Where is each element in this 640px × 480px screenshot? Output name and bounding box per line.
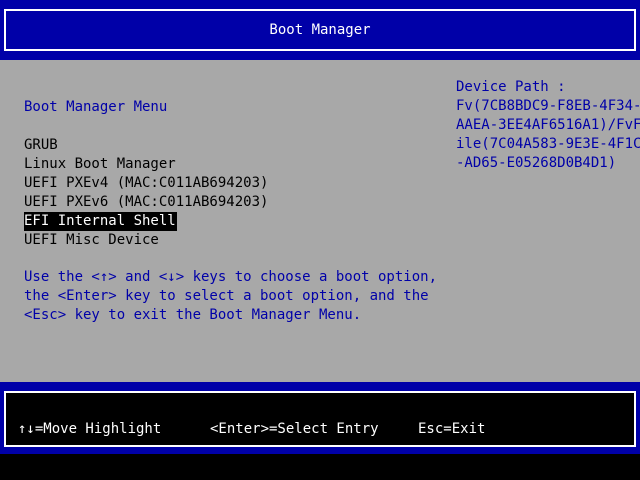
boot-option-label: EFI Internal Shell — [24, 212, 177, 231]
boot-option-efi-internal-shell[interactable]: EFI Internal Shell — [24, 212, 269, 231]
boot-option-label: UEFI PXEv4 (MAC:C011AB694203) — [24, 175, 269, 191]
boot-option-label: UEFI Misc Device — [24, 232, 159, 248]
device-path-value: ile(7C04A583-9E3E-4F1C — [456, 136, 640, 152]
boot-option-linux-boot-manager[interactable]: Linux Boot Manager — [24, 155, 269, 174]
device-path-value: Fv(7CB8BDC9-F8EB-4F34- — [456, 98, 640, 114]
boot-option-label: UEFI PXEv6 (MAC:C011AB694203) — [24, 194, 269, 210]
boot-option-label: Linux Boot Manager — [24, 156, 176, 172]
device-path-panel: Device Path : Fv(7CB8BDC9-F8EB-4F34- AAE… — [456, 78, 640, 173]
boot-option-uefi-pxev4[interactable]: UEFI PXEv4 (MAC:C011AB694203) — [24, 174, 269, 193]
select-entry-hint: <Enter>=Select Entry — [210, 421, 379, 437]
boot-option-uefi-pxev6[interactable]: UEFI PXEv6 (MAC:C011AB694203) — [24, 193, 269, 212]
move-highlight-hint: ↑↓=Move Highlight — [18, 421, 162, 437]
boot-option-grub[interactable]: GRUB — [24, 136, 269, 155]
page-title: Boot Manager — [4, 9, 636, 51]
key-help-box: ↑↓=Move Highlight <Enter>=Select Entry E… — [4, 391, 636, 447]
main-panel: Boot Manager Menu GRUB Linux Boot Manage… — [0, 60, 640, 382]
help-line: Use the <↑> and <↓> keys to choose a boo… — [24, 269, 438, 285]
menu-title: Boot Manager Menu — [24, 99, 168, 115]
help-text: Use the <↑> and <↓> keys to choose a boo… — [24, 268, 437, 325]
footer-bar: ↑↓=Move Highlight <Enter>=Select Entry E… — [0, 382, 640, 454]
device-path-label: Device Path : — [456, 79, 566, 95]
boot-manager-screen: Boot Manager Boot Manager Menu GRUB Linu… — [0, 0, 640, 480]
boot-option-uefi-misc-device[interactable]: UEFI Misc Device — [24, 231, 269, 250]
exit-hint: Esc=Exit — [418, 421, 486, 437]
device-path-value: -AD65-E05268D0B4D1) — [456, 155, 617, 171]
device-path-value: AAEA-3EE4AF6516A1)/FvF — [456, 117, 640, 133]
boot-option-list: GRUB Linux Boot Manager UEFI PXEv4 (MAC:… — [24, 136, 269, 250]
help-line: the <Enter> key to select a boot option,… — [24, 288, 429, 304]
boot-option-label: GRUB — [24, 137, 58, 153]
header-bar: Boot Manager — [0, 0, 640, 60]
help-line: <Esc> key to exit the Boot Manager Menu. — [24, 307, 362, 323]
